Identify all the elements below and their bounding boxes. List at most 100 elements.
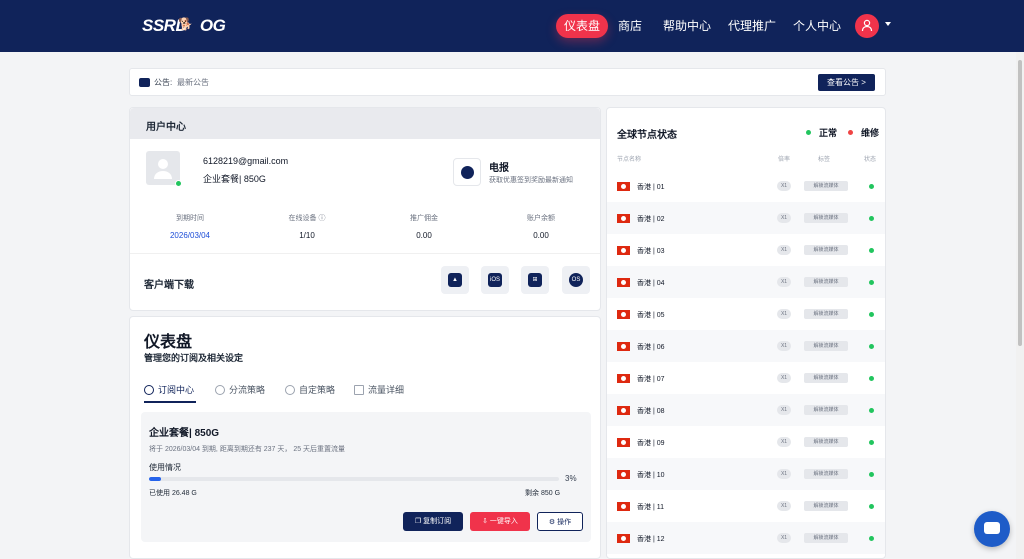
tab-custom-strategy[interactable]: 自定策略	[285, 383, 335, 396]
node-name: 香港 | 02	[637, 216, 665, 223]
stat-devices-label: 在线设备 ⓘ	[288, 215, 326, 222]
announcement-prefix: 公告:	[154, 78, 173, 87]
node-status-title: 全球节点状态	[617, 130, 677, 141]
tab-routing-strategy[interactable]: 分流策略	[215, 383, 265, 396]
table-row[interactable]: 香港 | 09 X1 解锁流媒体	[607, 426, 885, 458]
table-row[interactable]: 香港 | 05 X1 解锁流媒体	[607, 298, 885, 330]
table-row[interactable]: 香港 | 02 X1 解锁流媒体	[607, 202, 885, 234]
hong-kong-flag-icon	[617, 470, 630, 479]
actions-button[interactable]: ⚙ 操作	[537, 512, 583, 531]
subscription-description: 将于 2026/03/04 到期, 距离到期还有 237 天， 25 天后重置流…	[149, 446, 346, 453]
download-android-button[interactable]: ▲	[441, 266, 469, 294]
download-macos-button[interactable]: OS	[562, 266, 590, 294]
chat-bubble-icon	[984, 522, 1000, 534]
node-rate: X1	[777, 501, 791, 511]
node-rate: X1	[777, 277, 791, 287]
node-rate: X1	[777, 533, 791, 543]
telegram-title[interactable]: 电报	[489, 159, 509, 174]
table-row[interactable]: 香港 | 10 X1 解锁流媒体	[607, 458, 885, 490]
download-windows-button[interactable]: ⊞	[521, 266, 549, 294]
speedometer-icon	[144, 385, 154, 395]
dashboard-card: 仪表盘 管理您的订阅及相关设定 订阅中心 分流策略 自定策略 流量详细 企业套餐…	[129, 316, 601, 559]
node-name: 香港 | 08	[637, 408, 665, 415]
scrollbar-thumb[interactable]	[1018, 60, 1022, 346]
ios-icon: iOS	[488, 273, 502, 287]
node-status-dot	[869, 248, 874, 253]
hong-kong-flag-icon	[617, 214, 630, 223]
table-row[interactable]: 香港 | 11 X1 解锁流媒体	[607, 490, 885, 522]
one-click-import-button[interactable]: ⇩ 一键导入	[470, 512, 530, 531]
hong-kong-flag-icon	[617, 310, 630, 319]
usage-percent: 3%	[565, 474, 577, 483]
macos-icon: OS	[569, 273, 583, 287]
usage-progress-bar	[149, 477, 559, 481]
subscription-panel: 企业套餐| 850G 将于 2026/03/04 到期, 距离到期还有 237 …	[141, 412, 591, 542]
node-status-dot	[869, 504, 874, 509]
hong-kong-flag-icon	[617, 534, 630, 543]
nav-profile[interactable]: 个人中心	[793, 14, 841, 38]
node-rate: X1	[777, 213, 791, 223]
copy-subscription-button[interactable]: ❐ 复制订阅	[403, 512, 463, 531]
node-status-dot	[869, 216, 874, 221]
nav-affiliate[interactable]: 代理推广	[728, 14, 776, 38]
node-status-dot	[869, 440, 874, 445]
chat-support-button[interactable]	[974, 511, 1010, 547]
node-tag: 解锁流媒体	[804, 437, 848, 447]
table-row[interactable]: 香港 | 04 X1 解锁流媒体	[607, 266, 885, 298]
node-name: 香港 | 12	[637, 536, 665, 543]
node-name: 香港 | 07	[637, 376, 665, 383]
download-ios-button[interactable]: iOS	[481, 266, 509, 294]
hong-kong-flag-icon	[617, 502, 630, 511]
table-row[interactable]: 香港 | 01 X1 解锁流媒体	[607, 170, 885, 202]
node-tag: 解锁流媒体	[804, 309, 848, 319]
user-center-title: 用户中心	[146, 122, 186, 133]
import-icon: ⇩	[482, 518, 490, 525]
hong-kong-flag-icon	[617, 246, 630, 255]
telegram-icon[interactable]	[453, 158, 481, 186]
chevron-down-icon[interactable]	[885, 22, 891, 26]
node-rate: X1	[777, 405, 791, 415]
node-status-card: 全球节点状态 正常 维修 节点名称 倍率 标签 状态 香港 | 01 X1 解锁流媒…	[606, 107, 886, 559]
node-name: 香港 | 11	[637, 504, 664, 511]
maintenance-dot-icon	[848, 130, 853, 135]
hong-kong-flag-icon	[617, 278, 630, 287]
nav-help-center[interactable]: 帮助中心	[663, 14, 711, 38]
table-row[interactable]: 香港 | 06 X1 解锁流媒体	[607, 330, 885, 362]
node-tag: 解锁流媒体	[804, 501, 848, 511]
hong-kong-flag-icon	[617, 342, 630, 351]
col-header-name: 节点名称	[617, 157, 642, 163]
normal-dot-icon	[806, 130, 811, 135]
hong-kong-flag-icon	[617, 438, 630, 447]
legend-normal: 正常	[806, 126, 837, 139]
table-row[interactable]: 香港 | 07 X1 解锁流媒体	[607, 362, 885, 394]
node-rate: X1	[777, 469, 791, 479]
node-tag: 解锁流媒体	[804, 213, 848, 223]
node-name: 香港 | 01	[637, 184, 665, 191]
node-rate: X1	[777, 181, 791, 191]
table-row[interactable]: 香港 | 08 X1 解锁流媒体	[607, 394, 885, 426]
tab-traffic-detail[interactable]: 流量详细	[354, 383, 404, 396]
col-header-status: 状态	[864, 157, 877, 163]
table-row[interactable]: 香港 | 12 X1 解锁流媒体	[607, 522, 885, 554]
node-tag: 解锁流媒体	[804, 245, 848, 255]
nav-shop[interactable]: 商店	[618, 14, 642, 38]
table-row[interactable]: 香港 | 03 X1 解锁流媒体	[607, 234, 885, 266]
stat-balance-label: 账户余额	[527, 215, 555, 222]
page-subtitle: 管理您的订阅及相关设定	[144, 353, 244, 363]
user-menu-button[interactable]	[855, 14, 879, 38]
tab-subscription-center[interactable]: 订阅中心	[144, 383, 194, 396]
bar-chart-icon	[354, 385, 364, 395]
col-header-rate: 倍率	[778, 157, 791, 163]
usage-used: 已使用 26.48 G	[149, 490, 197, 497]
windows-icon: ⊞	[528, 273, 542, 287]
usage-progress-fill	[149, 477, 162, 481]
brand-logo[interactable]: SSRD 🐕 OG	[142, 10, 226, 42]
active-tab-indicator	[144, 401, 196, 403]
node-name: 香港 | 05	[637, 312, 665, 319]
usage-label: 使用情况	[149, 463, 181, 472]
subscription-title: 企业套餐| 850G	[149, 428, 220, 439]
nav-dashboard[interactable]: 仪表盘	[556, 14, 609, 38]
user-center-card: 用户中心 6128219@gmail.com 企业套餐| 850G 电报 获取优…	[129, 107, 601, 311]
stat-expire-value: 2026/03/04	[169, 231, 211, 240]
view-announcement-button[interactable]: 查看公告 >	[818, 74, 875, 91]
